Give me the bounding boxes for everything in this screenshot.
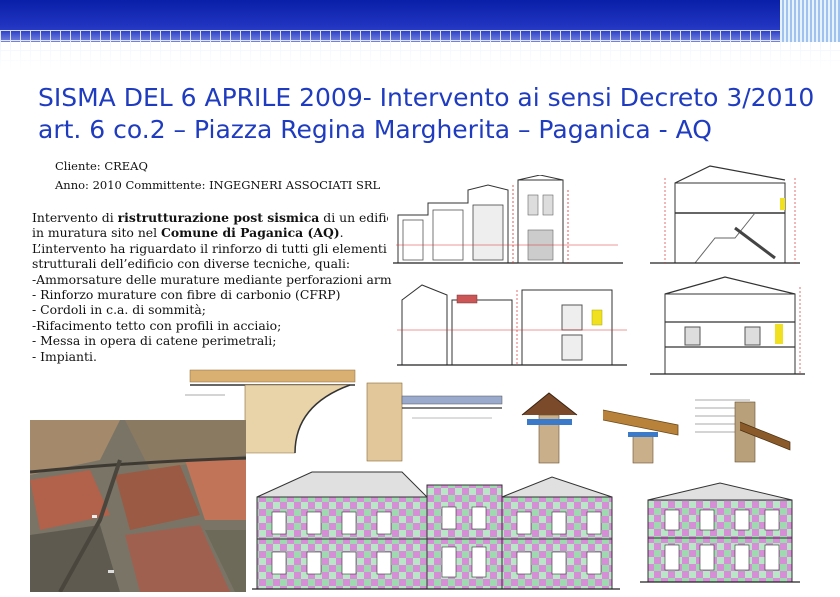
section-drawing-3 (392, 270, 632, 370)
detail-drawing-2 (362, 378, 507, 463)
description-block: Intervento di ristrutturazione post sism… (32, 210, 416, 364)
desc-item: - Messa in opera di catene perimetrali; (32, 333, 277, 349)
aerial-photo (30, 420, 246, 592)
desc-bold: ristrutturazione post sismica (117, 210, 320, 225)
desc-line-2: in muratura sito nel Comune di Paganica … (32, 225, 377, 240)
detail-drawing-4 (598, 390, 683, 465)
project-info: Cliente: CREAQ Anno: 2010 Committente: I… (55, 157, 380, 195)
title-line-1: SISMA DEL 6 APRILE 2009- Intervento ai s… (38, 83, 815, 112)
year-line: Anno: 2010 Committente: INGEGNERI ASSOCI… (55, 178, 381, 192)
desc-item: - Cordoli in c.a. di sommità; (32, 302, 206, 318)
section-drawing-2 (635, 158, 805, 268)
desc-item: -Rifacimento tetto con profili in acciai… (32, 317, 282, 333)
desc-bold: Comune di Paganica (AQ) (161, 225, 340, 241)
desc-text: . (339, 225, 344, 241)
desc-text: in muratura sito nel (32, 225, 162, 241)
desc-item: - Impianti. (32, 348, 97, 364)
detail-drawing-5 (690, 392, 795, 464)
slide-title: SISMA DEL 6 APRILE 2009- Intervento ai s… (38, 82, 828, 146)
section-drawing-4 (645, 272, 810, 382)
desc-line-1: Intervento di ristrutturazione post sism… (32, 210, 405, 225)
section-drawing-1 (388, 175, 628, 270)
desc-line-3: L’intervento ha riguardato il rinforzo d… (32, 240, 387, 256)
title-line-2: art. 6 co.2 – Piazza Regina Margherita –… (38, 115, 712, 144)
facade-elevation-1 (252, 467, 620, 592)
client-line: Cliente: CREAQ (55, 159, 148, 173)
header-grid-fade (0, 30, 840, 70)
desc-text: Intervento di (32, 210, 118, 225)
header-stripes-decoration (780, 0, 840, 42)
desc-item: -Ammorsature delle murature mediante per… (32, 271, 416, 287)
facade-elevation-2 (640, 480, 800, 585)
desc-item: - Rinforzo murature con fibre di carboni… (32, 287, 341, 303)
aerial-photo-art (30, 420, 246, 592)
detail-drawing-3 (517, 385, 582, 465)
desc-line-4: strutturali dell’edificio con diverse te… (32, 256, 351, 272)
